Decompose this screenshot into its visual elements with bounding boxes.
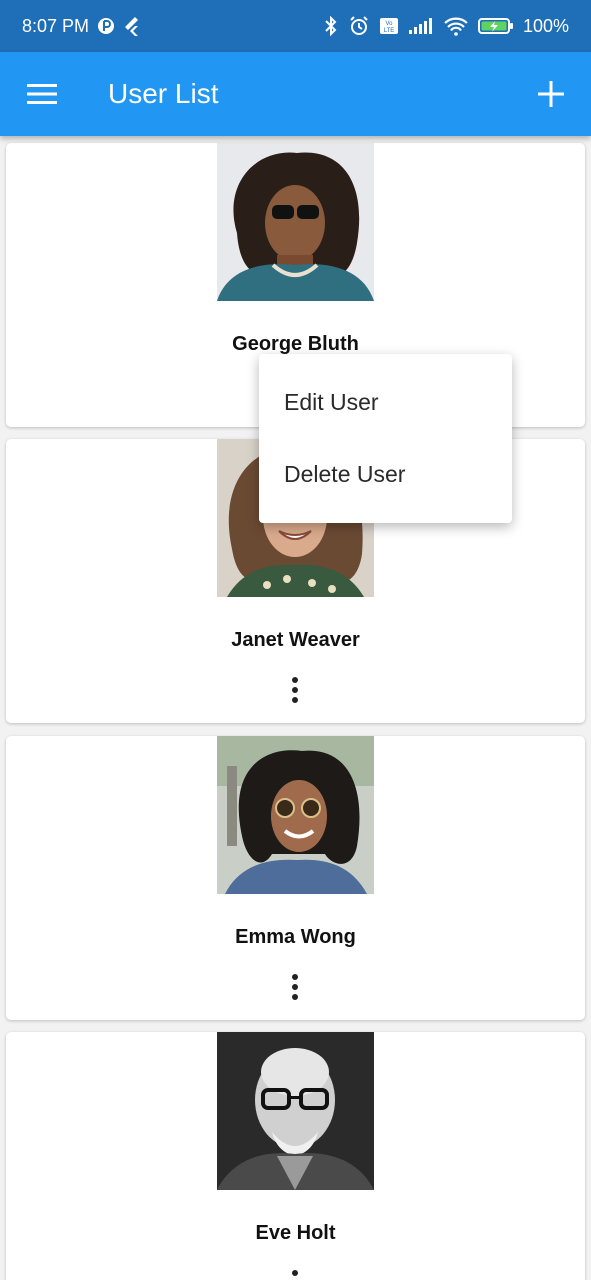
popup-menu: Edit User Delete User [259,354,512,523]
delete-user-menu-item[interactable]: Delete User [259,438,512,510]
app-bar: User List [0,52,591,136]
svg-text:Vo: Vo [385,21,393,27]
status-time: 8:07 PM [22,15,90,36]
p-icon [97,17,115,35]
menu-button[interactable] [0,52,84,136]
user-name: Eve Holt [255,1222,336,1244]
status-right: Vo LTE 100% [323,15,569,37]
user-card: Emma Wong [6,736,585,1020]
user-name: George Bluth [232,333,359,355]
avatar [217,736,374,894]
menu-icon [27,84,57,104]
add-icon [538,81,564,107]
flutter-icon [123,16,141,36]
battery-percent: 100% [522,15,569,36]
avatar [217,1032,374,1190]
edit-user-menu-item[interactable]: Edit User [259,366,512,438]
page-title: User List [108,78,219,109]
more-vert-icon [292,677,298,703]
more-options-button[interactable] [275,669,315,711]
status-left: 8:07 PM [22,16,141,37]
more-options-button[interactable] [275,1262,315,1280]
more-options-button[interactable] [275,966,315,1008]
svg-text:LTE: LTE [384,28,395,34]
signal-icon [408,17,434,35]
avatar [217,143,374,301]
volte-icon: Vo LTE [379,17,399,35]
status-bar: 8:07 PM Vo LTE 100% [0,0,591,52]
user-name: Janet Weaver [231,629,360,651]
user-name: Emma Wong [235,926,356,948]
more-vert-icon [292,1270,298,1276]
alarm-icon [348,15,370,37]
battery-charging-icon [477,17,514,35]
bluetooth-icon [323,15,339,37]
wifi-icon [443,16,469,36]
more-vert-icon [292,974,298,1000]
user-card: Eve Holt [6,1032,585,1280]
add-user-button[interactable] [511,52,591,136]
